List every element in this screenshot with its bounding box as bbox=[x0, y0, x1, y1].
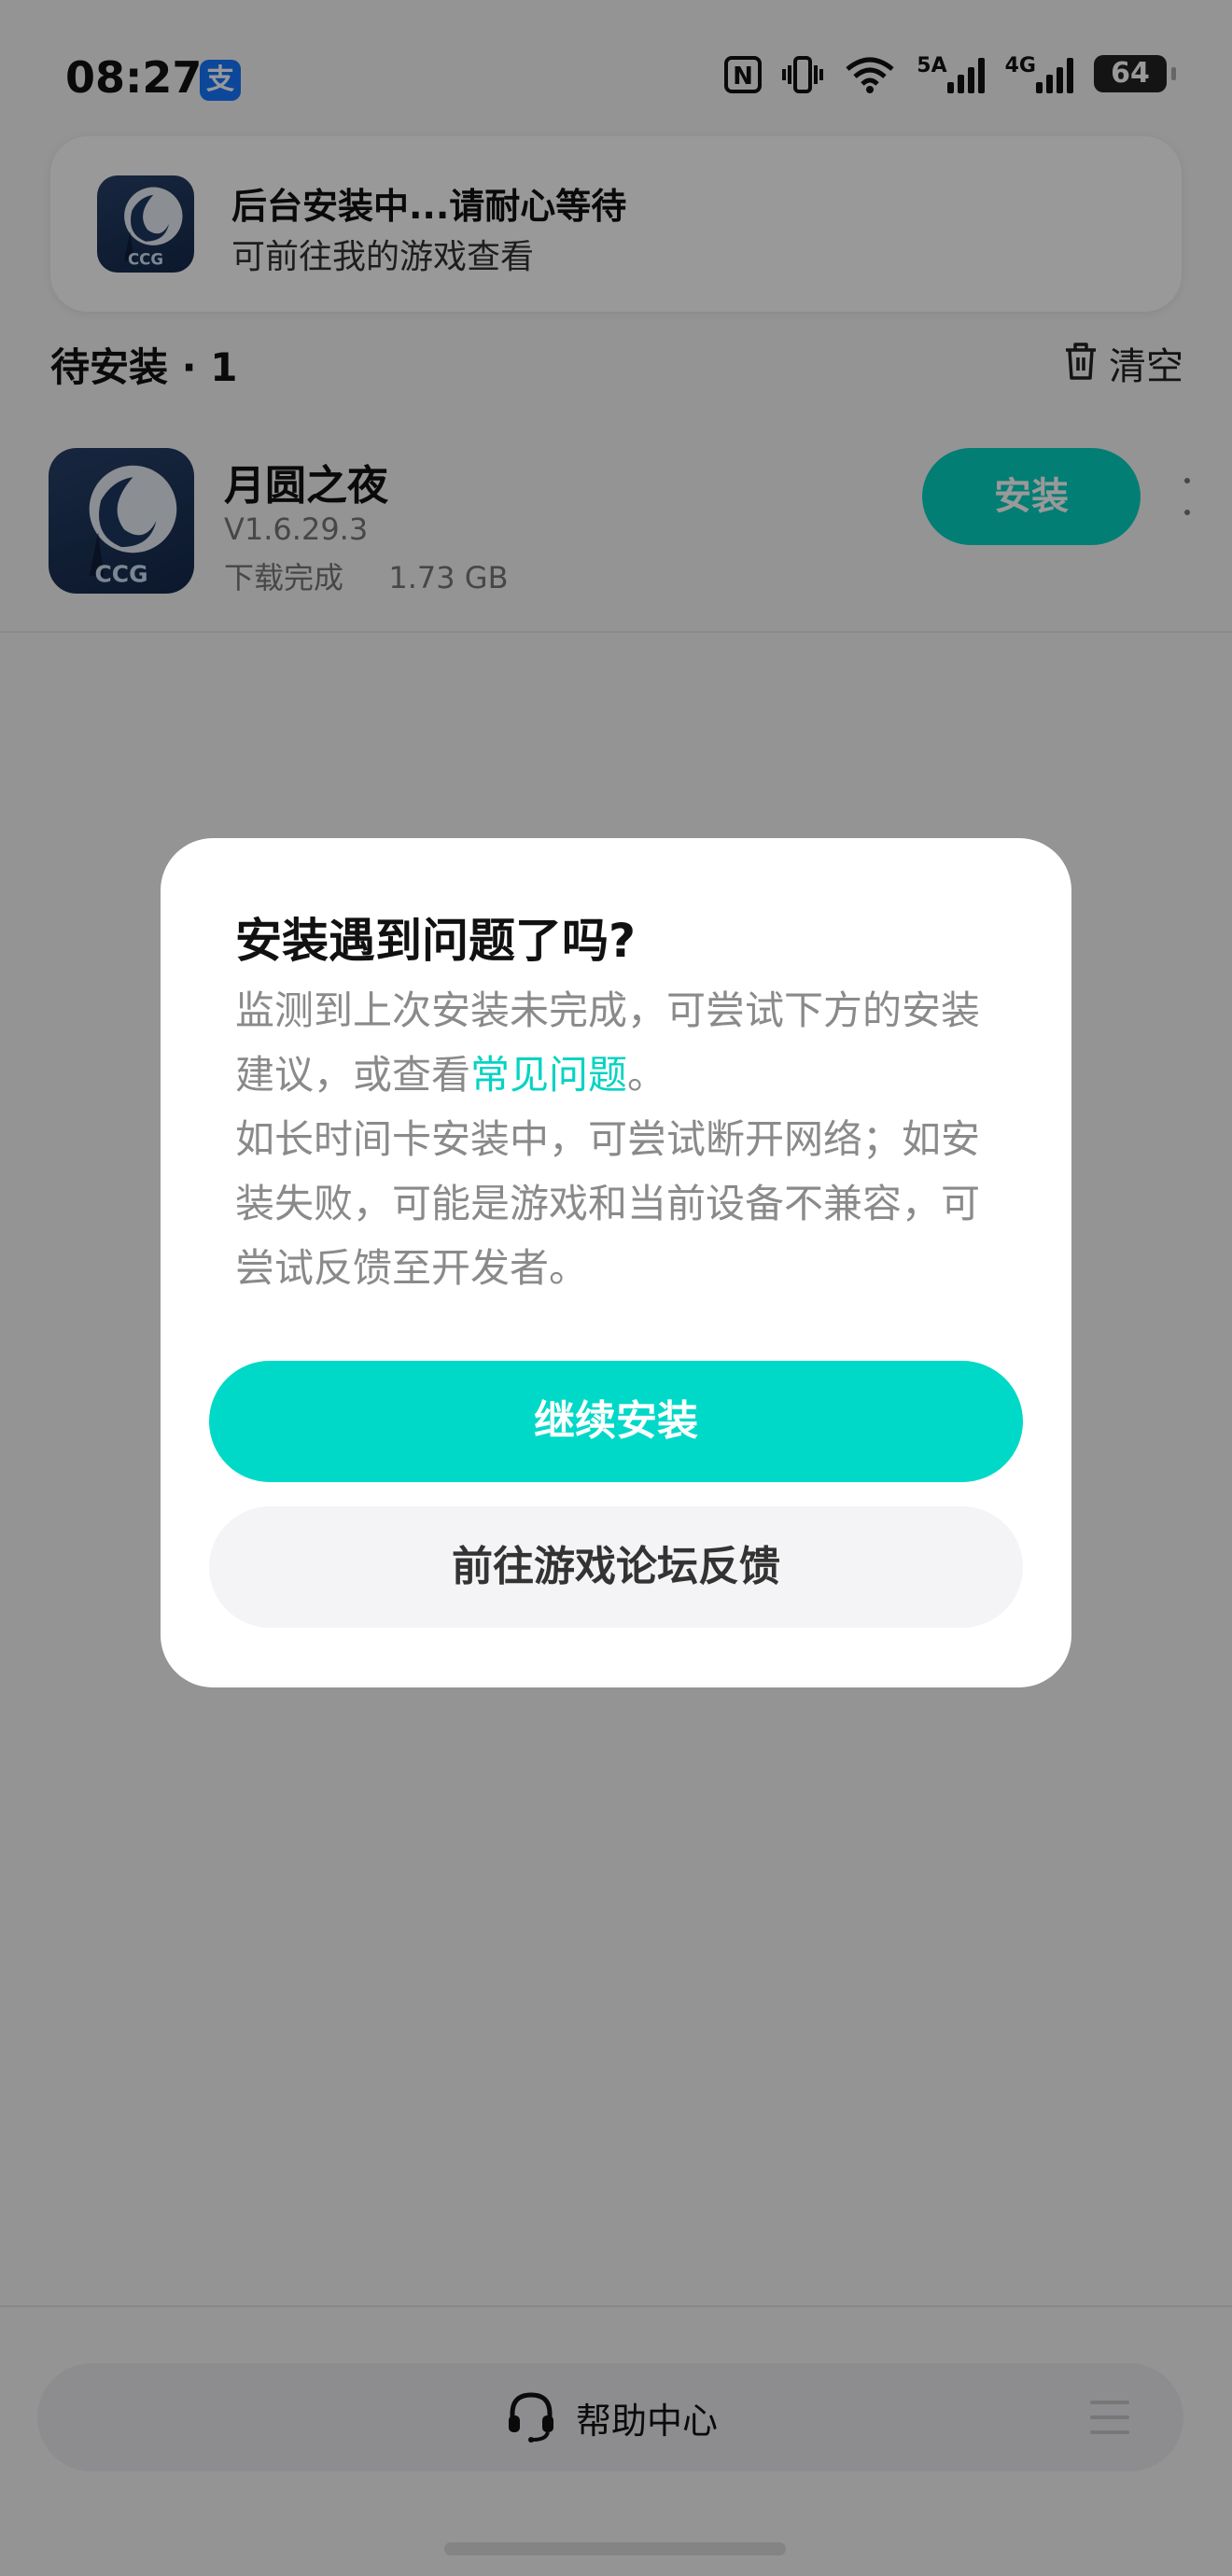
dialog-paragraph-1: 监测到上次安装未完成，可尝试下方的安装建议，或查看常见问题。 bbox=[235, 978, 1010, 1107]
dialog-paragraph-2: 如长时间卡安装中，可尝试断开网络；如安装失败，可能是游戏和当前设备不兼容，可尝试… bbox=[235, 1116, 981, 1291]
dialog-text-1-end: 。 bbox=[627, 1052, 667, 1098]
faq-link[interactable]: 常见问题 bbox=[470, 1052, 627, 1098]
dialog-title: 安装遇到问题了吗? bbox=[235, 914, 637, 968]
continue-install-button[interactable]: 继续安装 bbox=[209, 1361, 1023, 1482]
forum-feedback-button[interactable]: 前往游戏论坛反馈 bbox=[209, 1506, 1023, 1628]
dialog-body: 监测到上次安装未完成，可尝试下方的安装建议，或查看常见问题。 如长时间卡安装中，… bbox=[235, 978, 1010, 1300]
install-problem-dialog: 安装遇到问题了吗? 监测到上次安装未完成，可尝试下方的安装建议，或查看常见问题。… bbox=[161, 838, 1071, 1687]
